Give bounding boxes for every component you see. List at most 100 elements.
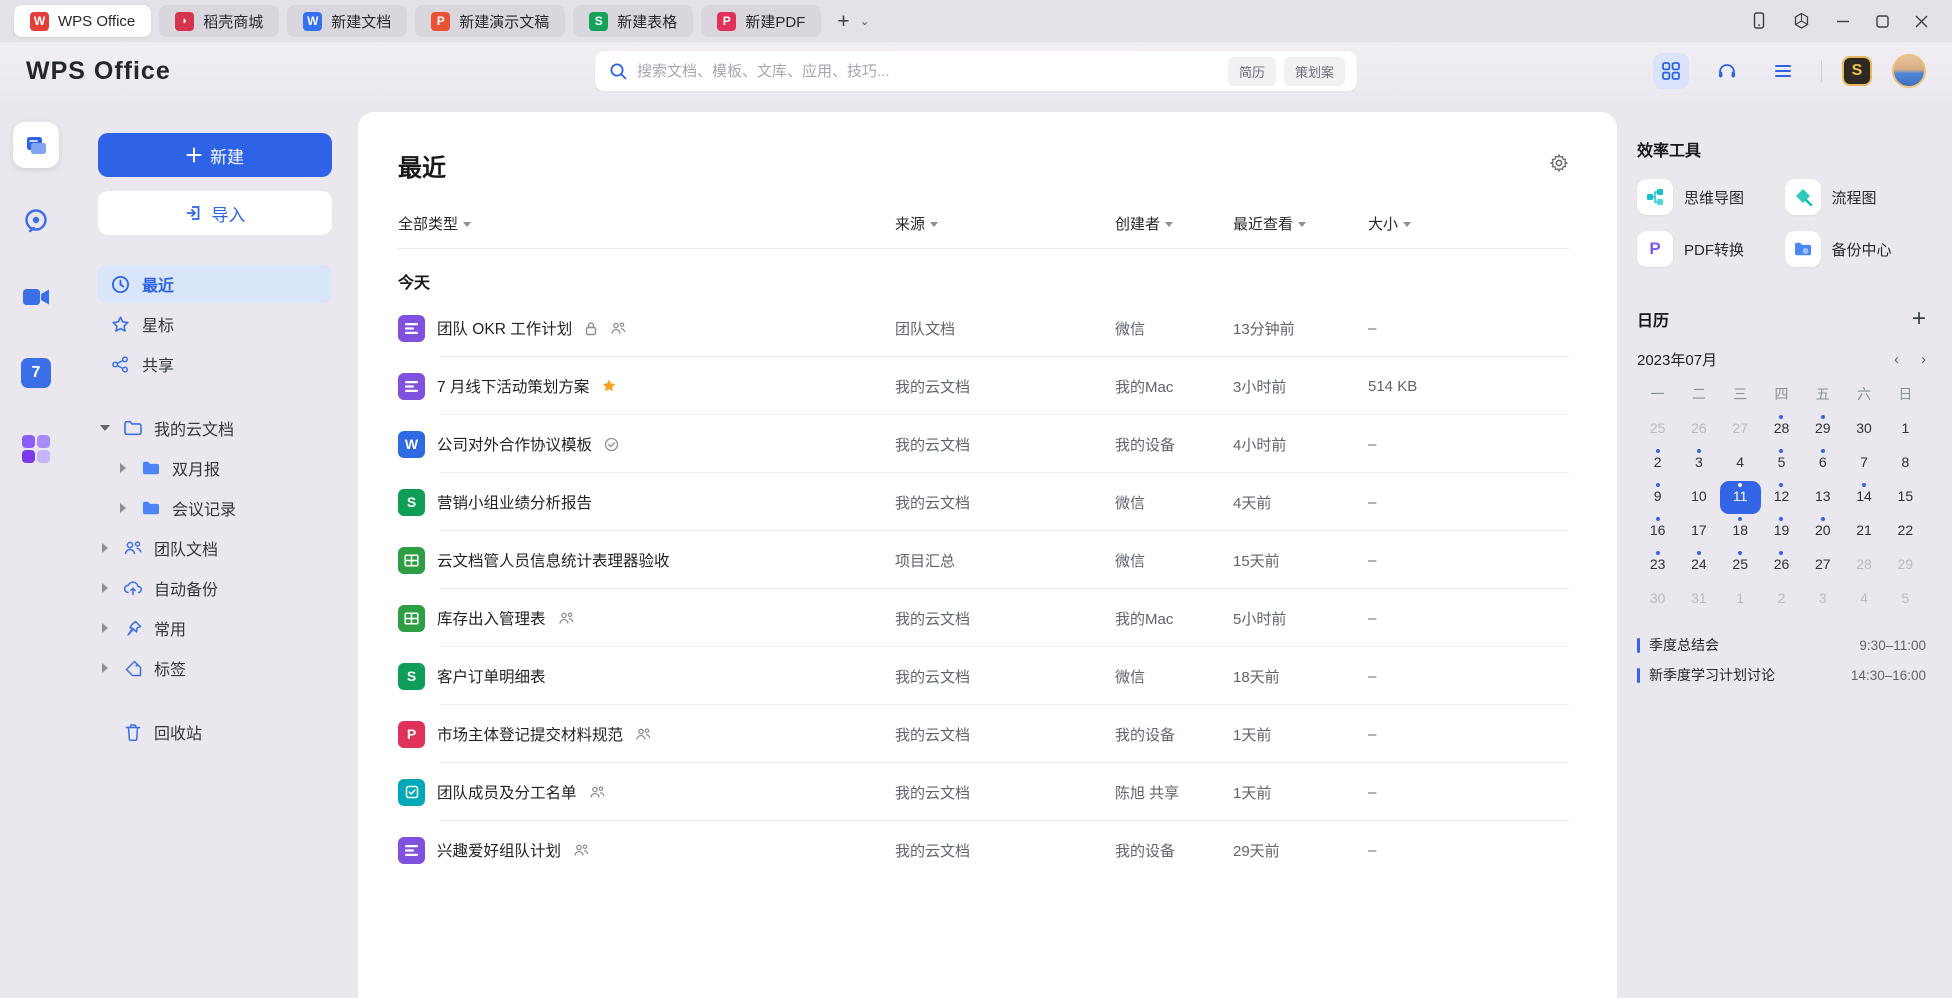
sidebar-item-team-docs[interactable]: 团队文档 xyxy=(98,529,332,567)
filter-all-types[interactable]: 全部类型 xyxy=(398,213,895,234)
calendar-day[interactable]: 10 xyxy=(1678,481,1719,514)
calendar-day[interactable]: 25 xyxy=(1637,413,1678,446)
calendar-day[interactable]: 21 xyxy=(1843,515,1884,548)
calendar-day[interactable]: 9 xyxy=(1637,481,1678,514)
sidebar-item-shared[interactable]: 共享 xyxy=(98,345,332,383)
collapse-arrow-icon[interactable] xyxy=(116,463,130,473)
global-search-bar[interactable]: 简历 策划案 xyxy=(595,51,1357,91)
maximize-button[interactable] xyxy=(1876,15,1889,28)
filter-source[interactable]: 来源 xyxy=(895,213,1115,234)
new-tab-button[interactable]: + xyxy=(837,11,849,32)
sidebar-item-frequent[interactable]: 常用 xyxy=(98,609,332,647)
add-event-button[interactable]: + xyxy=(1912,307,1926,331)
calendar-day[interactable]: 29 xyxy=(1885,549,1926,582)
calendar-day[interactable]: 28 xyxy=(1843,549,1884,582)
calendar-day[interactable]: 14 xyxy=(1843,481,1884,514)
filter-last-viewed[interactable]: 最近查看 xyxy=(1233,213,1368,234)
calendar-day[interactable]: 5 xyxy=(1761,447,1802,480)
collapse-arrow-icon[interactable] xyxy=(98,663,112,673)
tool-pdf-convert[interactable]: P PDF转换 xyxy=(1637,231,1779,267)
search-tag-proposal[interactable]: 策划案 xyxy=(1284,57,1345,86)
calendar-day[interactable]: 1 xyxy=(1885,413,1926,446)
minimize-button[interactable] xyxy=(1836,14,1850,28)
tab-docer-store[interactable]: 稻壳商城 xyxy=(159,5,279,37)
settings-gear-icon[interactable] xyxy=(1549,153,1569,178)
calendar-day[interactable]: 6 xyxy=(1802,447,1843,480)
file-row[interactable]: 市场主体登记提交材料规范 我的云文档 我的设备 1天前 – xyxy=(398,705,1569,763)
file-row[interactable]: 公司对外合作协议模板 我的云文档 我的设备 4小时前 – xyxy=(398,415,1569,473)
calendar-day[interactable]: 4 xyxy=(1843,583,1884,616)
filter-size[interactable]: 大小 xyxy=(1368,213,1569,234)
calendar-day[interactable]: 1 xyxy=(1720,583,1761,616)
calendar-day[interactable]: 16 xyxy=(1637,515,1678,548)
calendar-day[interactable]: 7 xyxy=(1843,447,1884,480)
file-row[interactable]: 团队成员及分工名单 我的云文档 陈旭 共享 1天前 – xyxy=(398,763,1569,821)
rail-meeting-icon[interactable] xyxy=(13,274,59,320)
rail-apps-icon[interactable] xyxy=(13,426,59,472)
expand-arrow-icon[interactable] xyxy=(98,425,112,431)
membership-badge-icon[interactable]: S xyxy=(1842,56,1872,86)
mobile-link-icon[interactable] xyxy=(1751,12,1767,30)
collapse-arrow-icon[interactable] xyxy=(98,623,112,633)
menu-button[interactable] xyxy=(1765,53,1801,89)
tool-mindmap[interactable]: 思维导图 xyxy=(1637,179,1779,215)
new-document-button[interactable]: 新建 xyxy=(98,133,332,177)
calendar-day[interactable]: 11 xyxy=(1720,481,1761,514)
file-row[interactable]: 兴趣爱好组队计划 我的云文档 我的设备 29天前 – xyxy=(398,821,1569,879)
calendar-day[interactable]: 18 xyxy=(1720,515,1761,548)
calendar-day[interactable]: 23 xyxy=(1637,549,1678,582)
tab-new-presentation[interactable]: 新建演示文稿 xyxy=(415,5,565,37)
calendar-next-button[interactable]: › xyxy=(1921,351,1926,368)
import-button[interactable]: 导入 xyxy=(98,191,332,235)
calendar-day[interactable]: 30 xyxy=(1637,583,1678,616)
collapse-arrow-icon[interactable] xyxy=(116,503,130,513)
calendar-day[interactable]: 19 xyxy=(1761,515,1802,548)
calendar-day[interactable]: 29 xyxy=(1802,413,1843,446)
file-row[interactable]: 团队 OKR 工作计划 团队文档 微信 13分钟前 – xyxy=(398,299,1569,357)
calendar-day[interactable]: 3 xyxy=(1678,447,1719,480)
calendar-prev-button[interactable]: ‹ xyxy=(1894,351,1899,368)
calendar-day[interactable]: 27 xyxy=(1720,413,1761,446)
sidebar-item-starred[interactable]: 星标 xyxy=(98,305,332,343)
calendar-day[interactable]: 12 xyxy=(1761,481,1802,514)
calendar-day[interactable]: 17 xyxy=(1678,515,1719,548)
calendar-day[interactable]: 25 xyxy=(1720,549,1761,582)
file-row[interactable]: 库存出入管理表 我的云文档 我的Mac 5小时前 – xyxy=(398,589,1569,647)
calendar-event[interactable]: 新季度学习计划讨论 14:30–16:00 xyxy=(1637,660,1926,690)
calendar-day[interactable]: 13 xyxy=(1802,481,1843,514)
search-input[interactable] xyxy=(637,63,1228,80)
rail-documents-icon[interactable] xyxy=(13,122,59,168)
calendar-day[interactable]: 3 xyxy=(1802,583,1843,616)
calendar-event[interactable]: 季度总结会 9:30–11:00 xyxy=(1637,630,1926,660)
calendar-day[interactable]: 20 xyxy=(1802,515,1843,548)
tool-flowchart[interactable]: 流程图 xyxy=(1785,179,1927,215)
close-button[interactable] xyxy=(1915,15,1928,28)
sidebar-item-auto-backup[interactable]: 自动备份 xyxy=(98,569,332,607)
rail-messages-icon[interactable] xyxy=(13,198,59,244)
calendar-day[interactable]: 30 xyxy=(1843,413,1884,446)
filter-creator[interactable]: 创建者 xyxy=(1115,213,1233,234)
tab-list-dropdown[interactable]: ⌄ xyxy=(860,14,870,28)
calendar-day[interactable]: 28 xyxy=(1761,413,1802,446)
user-avatar[interactable] xyxy=(1892,54,1926,88)
sidebar-item-meeting-notes[interactable]: 会议记录 xyxy=(98,489,332,527)
support-headset-button[interactable] xyxy=(1709,53,1745,89)
calendar-day[interactable]: 26 xyxy=(1678,413,1719,446)
apps-grid-button[interactable] xyxy=(1653,53,1689,89)
file-row[interactable]: 客户订单明细表 我的云文档 微信 18天前 – xyxy=(398,647,1569,705)
calendar-day[interactable]: 31 xyxy=(1678,583,1719,616)
file-row[interactable]: 云文档管人员信息统计表理器验收 项目汇总 微信 15天前 – xyxy=(398,531,1569,589)
sidebar-item-tags[interactable]: 标签 xyxy=(98,649,332,687)
sidebar-item-recent[interactable]: 最近 xyxy=(98,265,332,303)
calendar-day[interactable]: 4 xyxy=(1720,447,1761,480)
calendar-day[interactable]: 26 xyxy=(1761,549,1802,582)
tool-backup-center[interactable]: 备份中心 xyxy=(1785,231,1927,267)
calendar-day[interactable]: 5 xyxy=(1885,583,1926,616)
sidebar-item-bimonthly-report[interactable]: 双月报 xyxy=(98,449,332,487)
tab-wps-office[interactable]: WPS Office xyxy=(14,5,151,37)
file-row[interactable]: 7 月线下活动策划方案 我的云文档 我的Mac 3小时前 514 KB xyxy=(398,357,1569,415)
calendar-day[interactable]: 15 xyxy=(1885,481,1926,514)
tab-new-spreadsheet[interactable]: 新建表格 xyxy=(573,5,693,37)
collapse-arrow-icon[interactable] xyxy=(98,543,112,553)
file-row[interactable]: 营销小组业绩分析报告 我的云文档 微信 4天前 – xyxy=(398,473,1569,531)
